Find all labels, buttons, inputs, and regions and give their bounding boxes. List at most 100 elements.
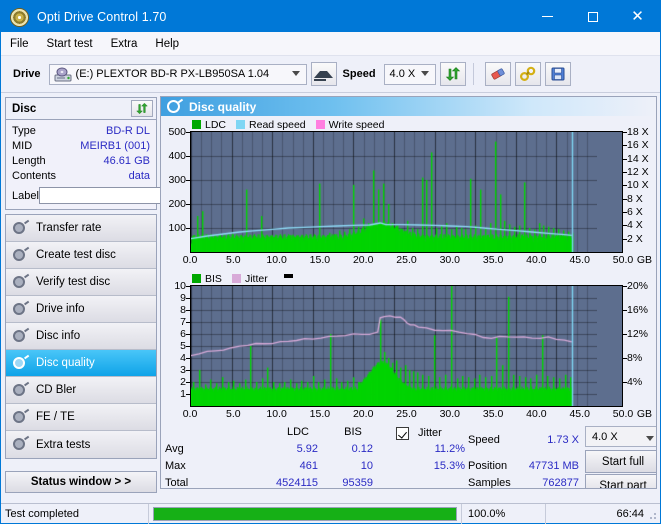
status-window-button[interactable]: Status window > > bbox=[5, 471, 157, 493]
axis-tick-label: 4 X bbox=[627, 219, 643, 232]
axis-tick-label: 15.0 bbox=[309, 254, 331, 266]
progress-track bbox=[153, 506, 457, 521]
sidebar-item-extra-tests[interactable]: Extra tests bbox=[6, 431, 156, 458]
sidebar-item-disc-info[interactable]: Disc info bbox=[6, 323, 156, 350]
axis-tick-label: 8 X bbox=[627, 192, 643, 205]
legend-label-read-speed: Read speed bbox=[249, 118, 306, 131]
axis-tick-label: 300 bbox=[168, 174, 186, 186]
stats-samples-label: Samples bbox=[468, 477, 511, 489]
refresh-button[interactable] bbox=[439, 62, 466, 86]
eject-button[interactable] bbox=[310, 62, 337, 86]
resize-grip[interactable] bbox=[647, 510, 657, 520]
axis-tick-label: 40.0 bbox=[526, 254, 547, 266]
tools-button[interactable] bbox=[514, 62, 541, 86]
sidebar-item-drive-info[interactable]: Drive info bbox=[6, 296, 156, 323]
minimize-button[interactable] bbox=[525, 1, 570, 32]
axis-tick bbox=[623, 310, 627, 311]
sidebar-item-fe-te[interactable]: FE / TE bbox=[6, 404, 156, 431]
menu-start-test[interactable]: Start test bbox=[47, 36, 102, 52]
disc-row-value: data bbox=[128, 169, 150, 182]
sidebar-item-label: Verify test disc bbox=[36, 276, 111, 288]
maximize-button[interactable] bbox=[570, 1, 615, 32]
disc-icon bbox=[12, 381, 29, 398]
drive-select[interactable]: (E:) PLEXTOR BD-R PX-LB950SA 1.04 bbox=[48, 63, 307, 85]
sidebar-item-create-test-disc[interactable]: Create test disc bbox=[6, 242, 156, 269]
title-bar: Opti Drive Control 1.70 ✕ bbox=[1, 1, 660, 32]
stats-ldc-max: 461 bbox=[299, 460, 318, 472]
jitter-label: Jitter bbox=[418, 427, 442, 439]
axis-tick-label: 6 X bbox=[627, 206, 643, 218]
axis-tick-label: 200 bbox=[168, 198, 186, 210]
disc-icon bbox=[12, 246, 29, 263]
refresh-icon bbox=[136, 102, 148, 115]
sidebar-item-label: Transfer rate bbox=[36, 222, 102, 234]
legend-swatch-write-speed bbox=[315, 120, 325, 129]
start-full-button[interactable]: Start full bbox=[585, 450, 656, 473]
disc-row-key: MID bbox=[12, 139, 33, 152]
drive-icon bbox=[54, 67, 72, 81]
erase-button[interactable] bbox=[484, 62, 511, 86]
bis-legend: BIS Jitter bbox=[163, 272, 654, 285]
sidebar-item-transfer-rate[interactable]: Transfer rate bbox=[6, 215, 156, 242]
speed-value: 4.0 X bbox=[389, 68, 416, 80]
window-controls: ✕ bbox=[525, 1, 660, 32]
axis-tick bbox=[623, 198, 627, 200]
axis-tick-label: 16% bbox=[627, 304, 649, 316]
axis-tick-label: 8% bbox=[627, 352, 643, 364]
disc-icon bbox=[12, 408, 29, 425]
menu-file[interactable]: File bbox=[10, 36, 38, 52]
window-title: Opti Drive Control 1.70 bbox=[37, 9, 167, 24]
axis-tick bbox=[623, 286, 627, 287]
elapsed-time: 66:44 bbox=[545, 503, 660, 524]
stats-jitter-max: 15.3% bbox=[433, 460, 465, 472]
disc-refresh-button[interactable] bbox=[131, 100, 153, 117]
axis-tick-label: 50.0 bbox=[612, 408, 634, 420]
disc-row-contents: Contents data bbox=[12, 168, 150, 183]
axis-tick bbox=[623, 225, 627, 227]
stats-row-avg: Avg bbox=[165, 443, 184, 455]
status-message: Test completed bbox=[1, 503, 149, 524]
save-button[interactable] bbox=[544, 62, 571, 86]
toolbar: Drive (E:) PLEXTOR BD-R PX-LB950SA 1.04 … bbox=[1, 56, 660, 93]
axis-tick bbox=[623, 358, 627, 359]
menu-help[interactable]: Help bbox=[155, 36, 188, 52]
sidebar: Disc Type BD-R DL MID MEIRB1 (001) Lengt… bbox=[1, 93, 243, 493]
test-speed-select[interactable]: 4.0 X bbox=[585, 426, 656, 447]
sidebar-item-disc-quality[interactable]: Disc quality bbox=[6, 350, 156, 377]
disc-row-key: Length bbox=[12, 154, 46, 167]
disc-icon bbox=[12, 327, 29, 344]
axis-tick-label: 25.0 bbox=[396, 408, 417, 420]
ldc-y-axis-right: 2 X4 X6 X8 X 10 X 12 X 14 X 16 X 18 X bbox=[623, 126, 654, 253]
speed-select[interactable]: 4.0 X bbox=[383, 63, 436, 85]
axis-tick-label: 400 bbox=[168, 150, 186, 162]
close-button[interactable]: ✕ bbox=[615, 1, 660, 32]
stats-speed-value: 1.73 X bbox=[547, 434, 579, 446]
stats-area: LDC BIS Avg Max Total 5.92 461 4524115 0… bbox=[161, 424, 656, 489]
disc-row-mid: MID MEIRB1 (001) bbox=[12, 138, 150, 153]
disc-panel: Disc Type BD-R DL MID MEIRB1 (001) Lengt… bbox=[5, 97, 243, 210]
nav-list: Transfer rate Create test disc Verify te… bbox=[5, 214, 157, 459]
sidebar-item-cd-bler[interactable]: CD Bler bbox=[6, 377, 156, 404]
main-content: Disc quality LDC Read speed Write speed … bbox=[160, 93, 660, 492]
axis-tick-label: 50.0 bbox=[612, 254, 634, 266]
legend-swatch-read-speed bbox=[236, 120, 246, 129]
menu-extra[interactable]: Extra bbox=[111, 36, 147, 52]
axis-tick-label: 15.0 bbox=[309, 408, 331, 420]
axis-tick-label: 30.0 bbox=[439, 254, 461, 266]
ldc-plot-area bbox=[190, 131, 623, 253]
disc-row-key: Contents bbox=[12, 169, 57, 182]
disc-quality-header: Disc quality bbox=[161, 97, 656, 116]
stats-position-label: Position bbox=[468, 460, 508, 472]
axis-tick-label: 5.0 bbox=[225, 408, 241, 420]
ldc-legend: LDC Read speed Write speed bbox=[163, 118, 654, 131]
sidebar-item-verify-test-disc[interactable]: Verify test disc bbox=[6, 269, 156, 296]
axis-tick-label: 20.0 bbox=[352, 408, 374, 420]
axis-tick-label: 14 X bbox=[627, 152, 649, 165]
legend-label-ldc: LDC bbox=[205, 118, 227, 131]
legend-swatch-ldc bbox=[192, 120, 201, 129]
start-part-button[interactable]: Start part bbox=[585, 474, 656, 488]
jitter-checkbox[interactable] bbox=[396, 427, 409, 440]
axis-tick-label: 20% bbox=[627, 280, 649, 292]
disc-row-value: BD-R DL bbox=[105, 124, 150, 137]
chevron-down-icon bbox=[291, 71, 300, 76]
